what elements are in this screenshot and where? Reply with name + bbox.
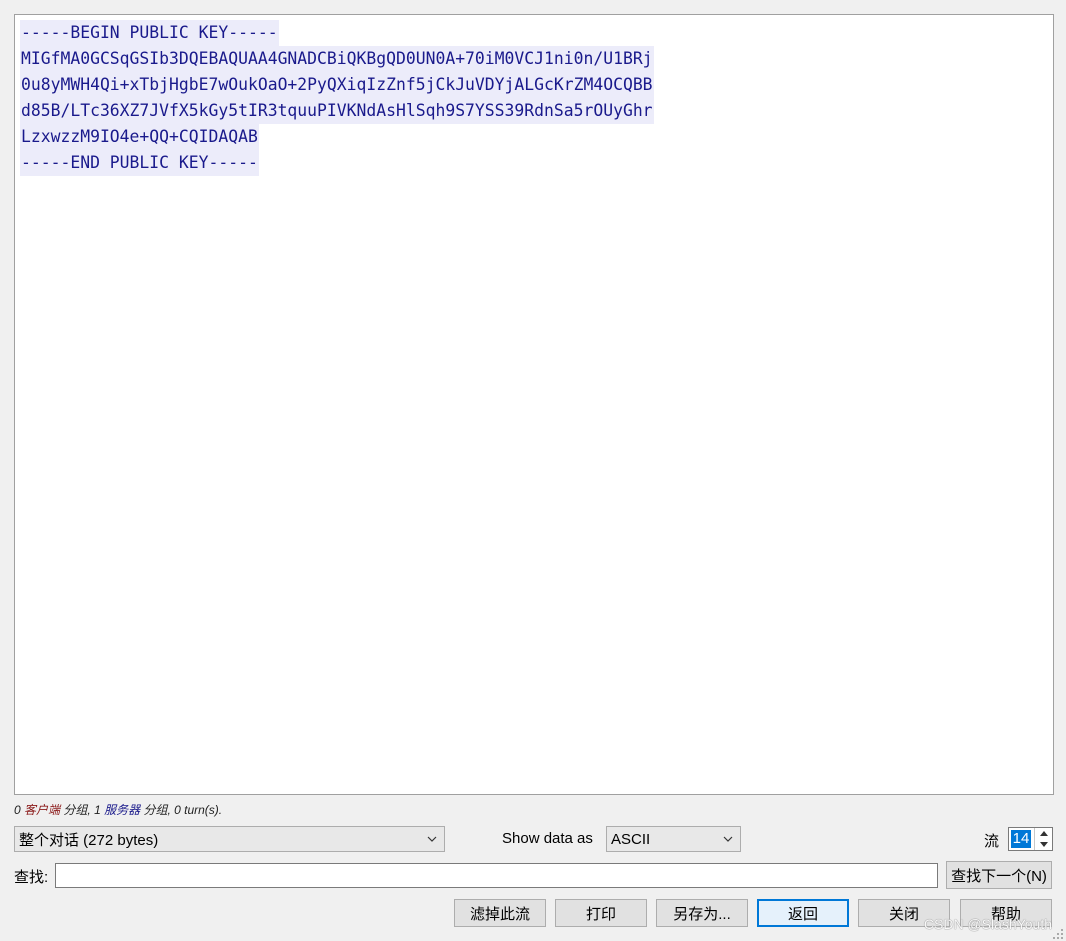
find-input[interactable] [55,863,938,888]
conversation-select-value: 整个对话 (272 bytes) [19,831,159,849]
server-count: 1 [94,803,101,817]
client-label: 客户端 [24,803,61,817]
show-data-select-value: ASCII [611,830,651,848]
show-data-label: Show data as [502,830,593,847]
watermark: CSDN @SlashYouth [923,916,1052,932]
stream-content-pane[interactable]: -----BEGIN PUBLIC KEY----- MIGfMA0GCSqGS… [14,14,1054,795]
server-suffix: 分组, 0 turn(s). [140,803,223,817]
chevron-down-icon [426,831,438,847]
packet-summary: 0 客户端 分组, 1 服务器 分组, 0 turn(s). [14,801,222,819]
arrow-up-icon[interactable] [1035,828,1052,839]
save-as-button[interactable]: 另存为... [656,899,748,927]
show-data-select[interactable]: ASCII [606,826,741,852]
stream-line: 0u8yMWH4Qi+xTbjHgbE7wOukOaO+2PyQXiqIzZnf… [20,72,654,98]
stream-line: d85B/LTc36XZ7JVfX5kGy5tIR3tquuPIVKNdAsHl… [20,98,654,124]
chevron-down-icon [722,831,734,847]
arrow-down-icon[interactable] [1035,839,1052,850]
stream-line: LzxwzzM9IO4e+QQ+CQIDAQAB [20,124,259,150]
stream-index-value[interactable]: 14 [1011,830,1031,848]
stream-index-spinbox[interactable]: 14 [1008,827,1053,851]
stream-line: MIGfMA0GCSqGSIb3DQEBAQUAA4GNADCBiQKBgQD0… [20,46,654,72]
client-count: 0 [14,803,21,817]
stream-index-label: 流 [984,833,1000,850]
find-next-button[interactable]: 查找下一个(N) [946,861,1052,889]
client-suffix: 分组, [60,803,95,817]
conversation-select[interactable]: 整个对话 (272 bytes) [14,826,445,852]
find-label: 查找: [14,869,49,886]
follow-stream-window: -----BEGIN PUBLIC KEY----- MIGfMA0GCSqGS… [0,0,1066,941]
filter-out-stream-button[interactable]: 滤掉此流 [454,899,546,927]
spin-arrows [1034,828,1052,850]
print-button[interactable]: 打印 [555,899,647,927]
stream-line: -----END PUBLIC KEY----- [20,150,259,176]
back-button[interactable]: 返回 [757,899,849,927]
resize-grip-icon[interactable] [1052,927,1064,939]
stream-line: -----BEGIN PUBLIC KEY----- [20,20,279,46]
server-label: 服务器 [104,803,141,817]
stream-lines: -----BEGIN PUBLIC KEY----- MIGfMA0GCSqGS… [20,20,654,176]
